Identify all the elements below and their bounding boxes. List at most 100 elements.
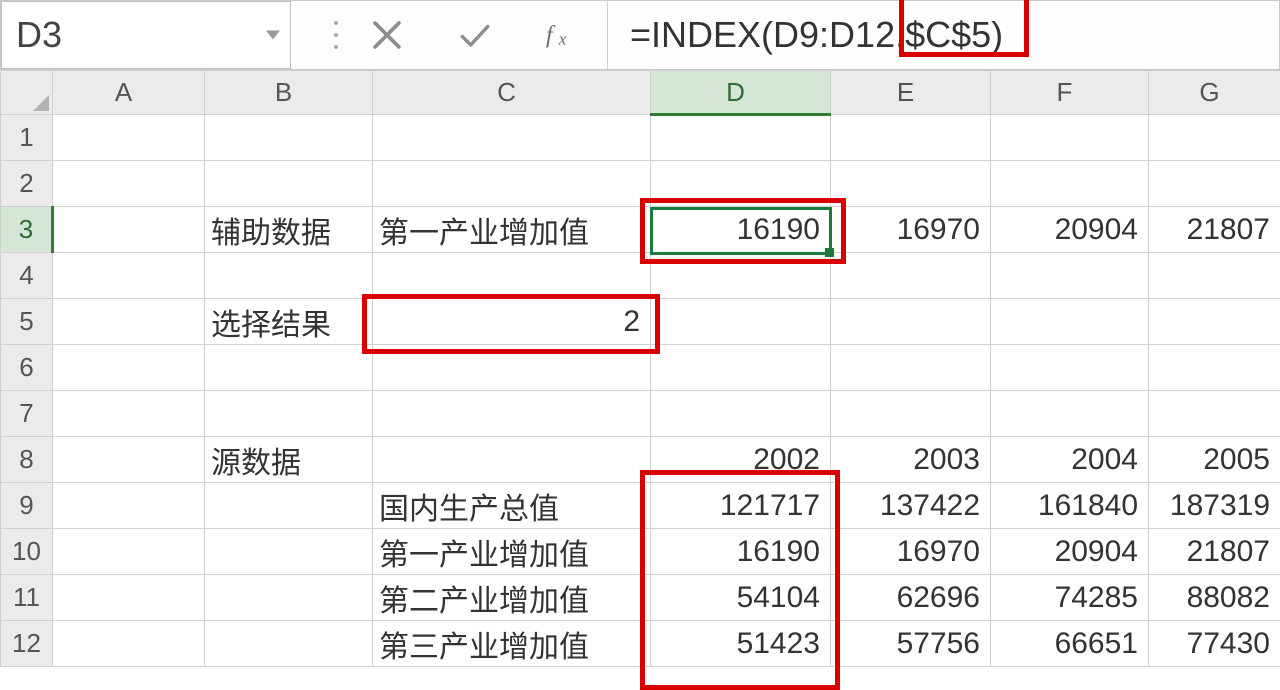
enter-button[interactable] — [431, 1, 519, 69]
row-header-12[interactable]: 12 — [1, 621, 53, 667]
cell-C3[interactable]: 第一产业增加值 — [373, 207, 651, 253]
cell-C10[interactable]: 第一产业增加值 — [373, 529, 651, 575]
cell-D4[interactable] — [651, 253, 831, 299]
cell-F7[interactable] — [991, 391, 1149, 437]
col-header-A[interactable]: A — [53, 71, 205, 115]
formula-input[interactable]: =INDEX(D9:D12,$C$5) — [607, 1, 1279, 69]
cell-D3[interactable]: 16190 — [651, 207, 831, 253]
cell-D12[interactable]: 51423 — [651, 621, 831, 667]
cell-E5[interactable] — [831, 299, 991, 345]
row-header-5[interactable]: 5 — [1, 299, 53, 345]
cell-A10[interactable] — [53, 529, 205, 575]
cell-E8[interactable]: 2003 — [831, 437, 991, 483]
select-all-corner[interactable] — [1, 71, 53, 115]
cell-B10[interactable] — [205, 529, 373, 575]
cell-A2[interactable] — [53, 161, 205, 207]
cell-E1[interactable] — [831, 115, 991, 161]
cell-A12[interactable] — [53, 621, 205, 667]
cell-D1[interactable] — [651, 115, 831, 161]
row-header-8[interactable]: 8 — [1, 437, 53, 483]
spreadsheet-grid[interactable]: A B C D E F G 1 2 3 辅助数据 第一产业增加值 16190 1… — [0, 70, 1280, 667]
row-header-3[interactable]: 3 — [1, 207, 53, 253]
cell-A9[interactable] — [53, 483, 205, 529]
cell-G11[interactable]: 88082 — [1149, 575, 1280, 621]
cell-G10[interactable]: 21807 — [1149, 529, 1280, 575]
col-header-C[interactable]: C — [373, 71, 651, 115]
cell-A4[interactable] — [53, 253, 205, 299]
cell-E3[interactable]: 16970 — [831, 207, 991, 253]
cell-B3[interactable]: 辅助数据 — [205, 207, 373, 253]
cell-D6[interactable] — [651, 345, 831, 391]
cell-C1[interactable] — [373, 115, 651, 161]
cell-C11[interactable]: 第二产业增加值 — [373, 575, 651, 621]
cell-D7[interactable] — [651, 391, 831, 437]
cell-F11[interactable]: 74285 — [991, 575, 1149, 621]
cell-B8[interactable]: 源数据 — [205, 437, 373, 483]
cell-G6[interactable] — [1149, 345, 1280, 391]
cell-F2[interactable] — [991, 161, 1149, 207]
cell-E12[interactable]: 57756 — [831, 621, 991, 667]
cell-A11[interactable] — [53, 575, 205, 621]
row-header-11[interactable]: 11 — [1, 575, 53, 621]
row-header-9[interactable]: 9 — [1, 483, 53, 529]
row-header-1[interactable]: 1 — [1, 115, 53, 161]
cell-G12[interactable]: 77430 — [1149, 621, 1280, 667]
cell-A8[interactable] — [53, 437, 205, 483]
cell-E11[interactable]: 62696 — [831, 575, 991, 621]
cell-F6[interactable] — [991, 345, 1149, 391]
cell-F10[interactable]: 20904 — [991, 529, 1149, 575]
cell-C8[interactable] — [373, 437, 651, 483]
cell-B4[interactable] — [205, 253, 373, 299]
cell-E2[interactable] — [831, 161, 991, 207]
cell-F1[interactable] — [991, 115, 1149, 161]
cell-D10[interactable]: 16190 — [651, 529, 831, 575]
cell-G4[interactable] — [1149, 253, 1280, 299]
cell-B12[interactable] — [205, 621, 373, 667]
row-header-7[interactable]: 7 — [1, 391, 53, 437]
cell-G8[interactable]: 2005 — [1149, 437, 1280, 483]
cell-D8[interactable]: 2002 — [651, 437, 831, 483]
cell-A1[interactable] — [53, 115, 205, 161]
cell-B9[interactable] — [205, 483, 373, 529]
cell-B11[interactable] — [205, 575, 373, 621]
name-box[interactable]: D3 — [1, 1, 291, 69]
cell-E9[interactable]: 137422 — [831, 483, 991, 529]
cell-D2[interactable] — [651, 161, 831, 207]
cancel-button[interactable] — [343, 1, 431, 69]
cell-A3[interactable] — [53, 207, 205, 253]
cell-G2[interactable] — [1149, 161, 1280, 207]
cell-G9[interactable]: 187319 — [1149, 483, 1280, 529]
cell-E10[interactable]: 16970 — [831, 529, 991, 575]
cell-D11[interactable]: 54104 — [651, 575, 831, 621]
cell-E7[interactable] — [831, 391, 991, 437]
cell-C5[interactable]: 2 — [373, 299, 651, 345]
cell-G1[interactable] — [1149, 115, 1280, 161]
row-header-2[interactable]: 2 — [1, 161, 53, 207]
cell-B7[interactable] — [205, 391, 373, 437]
col-header-E[interactable]: E — [831, 71, 991, 115]
cell-D5[interactable] — [651, 299, 831, 345]
cell-F8[interactable]: 2004 — [991, 437, 1149, 483]
cell-G5[interactable] — [1149, 299, 1280, 345]
cell-C2[interactable] — [373, 161, 651, 207]
cell-B5[interactable]: 选择结果 — [205, 299, 373, 345]
cell-F12[interactable]: 66651 — [991, 621, 1149, 667]
cell-C12[interactable]: 第三产业增加值 — [373, 621, 651, 667]
col-header-F[interactable]: F — [991, 71, 1149, 115]
insert-function-button[interactable]: f x — [519, 1, 607, 69]
cell-B1[interactable] — [205, 115, 373, 161]
name-box-dropdown-icon[interactable] — [266, 31, 280, 40]
cell-B6[interactable] — [205, 345, 373, 391]
cell-F3[interactable]: 20904 — [991, 207, 1149, 253]
cell-F9[interactable]: 161840 — [991, 483, 1149, 529]
cell-A7[interactable] — [53, 391, 205, 437]
cell-F5[interactable] — [991, 299, 1149, 345]
row-header-6[interactable]: 6 — [1, 345, 53, 391]
cell-E4[interactable] — [831, 253, 991, 299]
cell-G7[interactable] — [1149, 391, 1280, 437]
cell-F4[interactable] — [991, 253, 1149, 299]
col-header-G[interactable]: G — [1149, 71, 1280, 115]
cell-A6[interactable] — [53, 345, 205, 391]
col-header-B[interactable]: B — [205, 71, 373, 115]
cell-E6[interactable] — [831, 345, 991, 391]
